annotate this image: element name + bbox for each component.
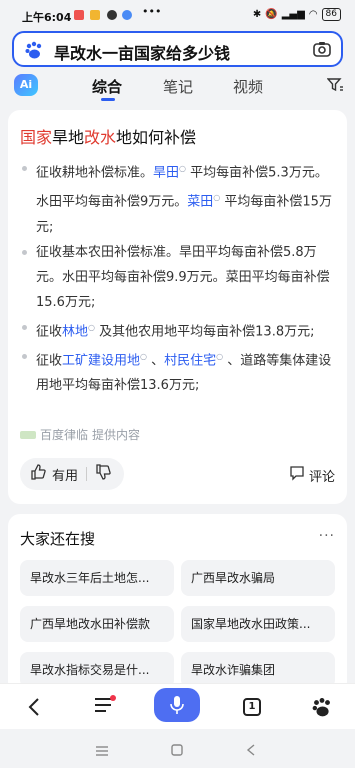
bullet-item: 征收林地○ 及其他农用地平均每亩补偿13.8万元; (20, 315, 338, 344)
term-info-icon: ○ (179, 164, 187, 173)
comment-button[interactable]: 评论 (289, 465, 335, 485)
content-source[interactable]: 百度律临 提供内容 (20, 426, 140, 443)
bullet-item: 征收基本农田补偿标准。旱田平均每亩补偿5.8万元。水田平均每亩补偿9.9万元。菜… (20, 240, 338, 315)
title-text: 地如何补偿 (116, 128, 197, 147)
back-arrow-icon (28, 698, 39, 716)
menu-icon (94, 695, 116, 717)
related-chip[interactable]: 旱改水三年后土地怎... (20, 560, 174, 596)
title-text: 旱地 (52, 128, 85, 147)
signal-icon: ▂▄▆ (281, 9, 305, 20)
source-suffix: 提供内容 (92, 428, 141, 442)
feedback-pill: 有用 (20, 458, 124, 490)
back-nav-icon[interactable] (246, 741, 256, 760)
search-query[interactable]: 旱改水一亩国家给多少钱 (54, 40, 230, 64)
filter-icon[interactable] (326, 77, 343, 96)
related-chip[interactable]: 广西旱改水骗局 (181, 560, 335, 596)
term-link-village-housing[interactable]: 村民住宅 (164, 353, 216, 368)
bullet-item: 征收工矿建设用地○ 、村民住宅○ 、道路等集体建设用地平均每亩补偿13.6万元; (20, 344, 338, 398)
tab-videos[interactable]: 视频 (233, 76, 263, 97)
answer-card: 国家旱地改水地如何补偿 征收耕地补偿标准。旱田○ 平均每亩补偿5.3万元。水田平… (8, 110, 347, 504)
related-chip[interactable]: 国家旱地改水田政策... (181, 606, 335, 642)
baidu-home-icon (312, 697, 330, 717)
baidu-paw-icon (24, 40, 44, 64)
term-link-vegetable-field[interactable]: 菜田 (187, 195, 213, 210)
term-link-industrial-land[interactable]: 工矿建设用地 (62, 353, 140, 368)
camera-icon[interactable] (313, 41, 331, 61)
bottom-toolbar: 1 (0, 683, 355, 729)
search-bar[interactable]: 旱改水一亩国家给多少钱 (12, 31, 343, 67)
comment-label: 评论 (308, 469, 335, 485)
more-options-icon[interactable]: ··· (319, 528, 335, 544)
bullet-text: 征收基本农田补偿标准。旱田平均每亩补偿5.8万元。水田平均每亩补偿9.9万元。菜… (36, 244, 330, 310)
status-time: 上午6:04 (22, 11, 72, 24)
result-tabs: Ai 综合 笔记 视频 (0, 72, 355, 104)
battery-indicator: 86 (321, 8, 341, 21)
divider (86, 467, 88, 481)
notification-dot-icon (107, 10, 117, 20)
title-highlight: 国家 (20, 128, 53, 147)
notification-blue-icon (122, 10, 132, 20)
thumbs-down-icon[interactable] (95, 464, 111, 484)
related-title: 大家还在搜 (20, 530, 96, 548)
bluetooth-icon: ✱ (252, 9, 262, 20)
tab-notes[interactable]: 笔记 (163, 76, 193, 97)
thumbs-up-icon[interactable] (30, 464, 46, 484)
active-tab-indicator (101, 98, 115, 101)
source-logo-icon (20, 430, 36, 439)
bullet-text: 征收耕地补偿标准。 (36, 165, 154, 181)
back-button[interactable] (14, 684, 54, 730)
tab-count: 1 (243, 698, 261, 716)
term-link-forest-land[interactable]: 林地 (62, 324, 88, 339)
useful-button[interactable]: 有用 (52, 465, 78, 484)
menu-button[interactable] (84, 684, 124, 730)
term-link-dry-field[interactable]: 旱田 (153, 165, 179, 180)
voice-search-button[interactable] (154, 688, 200, 722)
tabs-button[interactable]: 1 (232, 684, 272, 730)
system-navigation (0, 729, 355, 768)
term-info-icon: ○ (88, 322, 96, 332)
home-nav-icon[interactable] (171, 741, 183, 760)
answer-title[interactable]: 国家旱地改水地如何补偿 (20, 124, 196, 148)
more-notifications-icon: ••• (142, 5, 162, 18)
bullet-text: 及其他农用地平均每亩补偿13.8万元; (95, 323, 315, 339)
notification-dot (110, 695, 116, 701)
title-highlight: 改水 (84, 128, 117, 147)
bullet-text: 征收 (36, 353, 63, 369)
ai-icon[interactable]: Ai (14, 74, 38, 96)
home-button[interactable] (302, 684, 342, 730)
microphone-icon (170, 696, 184, 714)
bullet-text: 、 (147, 353, 165, 369)
bullet-text: 征收 (36, 323, 63, 339)
tab-comprehensive[interactable]: 综合 (92, 76, 122, 97)
recents-icon[interactable] (96, 741, 108, 760)
related-chip[interactable]: 广西旱地改水田补偿款 (20, 606, 174, 642)
mute-icon: 🔕 (265, 9, 278, 20)
answer-bullets: 征收耕地补偿标准。旱田○ 平均每亩补偿5.3万元。水田平均每亩补偿9万元。菜田○… (20, 156, 338, 398)
comment-icon (289, 465, 305, 485)
status-bar: 上午6:04 ••• ✱ 🔕 ▂▄▆ ◠ 86 (0, 0, 355, 30)
term-info-icon: ○ (140, 351, 148, 361)
wifi-icon: ◠ (308, 9, 318, 20)
related-searches: 大家还在搜 ··· 旱改水三年后土地怎... 广西旱改水骗局 广西旱地改水田补偿… (8, 514, 347, 694)
bullet-item: 征收耕地补偿标准。旱田○ 平均每亩补偿5.3万元。水田平均每亩补偿9万元。菜田○… (20, 156, 338, 240)
source-name: 百度律临 (40, 428, 89, 442)
notification-red-icon (74, 10, 84, 20)
notification-yellow-icon (90, 10, 100, 20)
